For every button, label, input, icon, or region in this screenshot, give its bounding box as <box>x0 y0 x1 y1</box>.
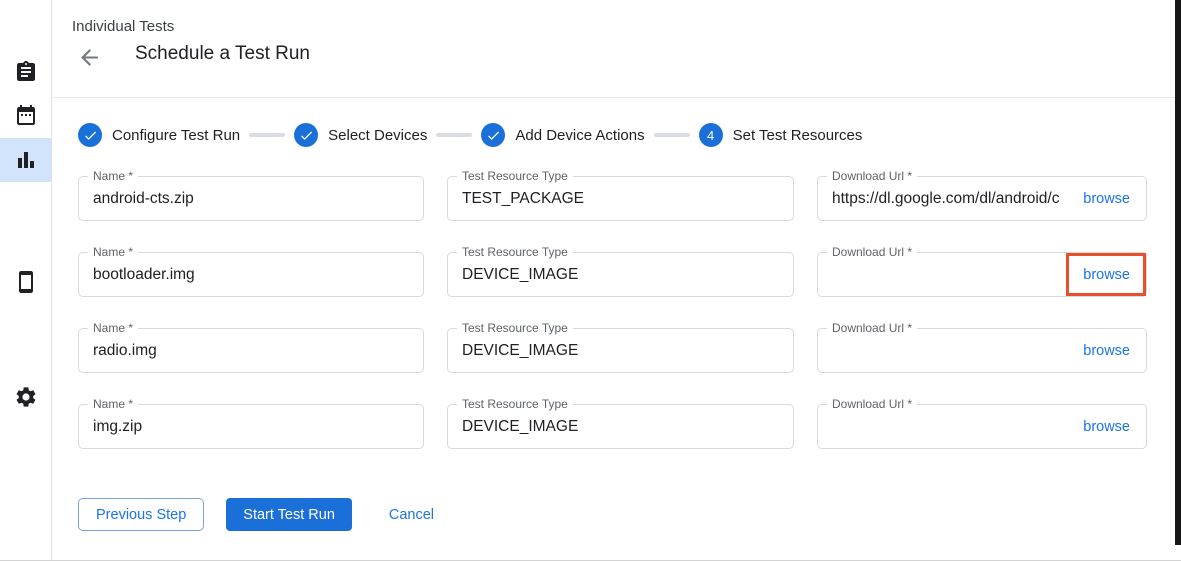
arrow-back-icon <box>77 45 103 70</box>
name-field[interactable]: Name * img.zip <box>78 404 424 449</box>
browse-link[interactable]: browse <box>1083 419 1130 435</box>
resource-type-value: DEVICE_IMAGE <box>462 329 578 372</box>
calendar-icon <box>14 103 38 127</box>
action-bar: Previous Step Start Test Run Cancel <box>78 498 434 531</box>
download-url-field[interactable]: Download Url * browse <box>817 328 1147 373</box>
smartphone-icon <box>14 270 38 294</box>
test-resources-form: Name * android-cts.zip Test Resource Typ… <box>78 176 1147 449</box>
step-label: Add Device Actions <box>515 127 644 144</box>
start-test-run-button[interactable]: Start Test Run <box>226 498 352 531</box>
breadcrumb: Individual Tests <box>72 18 174 35</box>
main-content: Individual Tests Schedule a Test Run Con… <box>53 0 1181 561</box>
step-label: Set Test Resources <box>733 127 863 144</box>
step-check-icon <box>294 123 318 147</box>
browse-link[interactable]: browse <box>1083 267 1130 283</box>
resource-type-field[interactable]: Test Resource Type TEST_PACKAGE <box>447 176 794 221</box>
step-2[interactable]: Select Devices <box>294 123 427 147</box>
download-url-value <box>832 405 1073 448</box>
resource-type-field[interactable]: Test Resource Type DEVICE_IMAGE <box>447 328 794 373</box>
resource-type-field[interactable]: Test Resource Type DEVICE_IMAGE <box>447 404 794 449</box>
step-3[interactable]: Add Device Actions <box>481 123 644 147</box>
step-connector <box>436 133 472 137</box>
name-field[interactable]: Name * radio.img <box>78 328 424 373</box>
download-url-field[interactable]: Download Url * https://dl.google.com/dl/… <box>817 176 1147 221</box>
download-url-value: https://dl.google.com/dl/android/c <box>832 177 1073 220</box>
sidebar-item-test-plans[interactable] <box>0 93 52 137</box>
gear-icon <box>14 385 38 409</box>
sidebar-item-devices[interactable] <box>0 260 52 304</box>
step-4[interactable]: 4 Set Test Resources <box>699 123 863 147</box>
name-field[interactable]: Name * bootloader.img <box>78 252 424 297</box>
step-check-icon <box>481 123 505 147</box>
clipboard-list-icon <box>14 60 38 84</box>
step-number: 4 <box>699 123 723 147</box>
step-label: Configure Test Run <box>112 127 240 144</box>
step-connector <box>654 133 690 137</box>
browse-link[interactable]: browse <box>1083 191 1130 207</box>
resource-type-value: DEVICE_IMAGE <box>462 253 578 296</box>
download-url-value <box>832 253 1073 296</box>
sidebar-item-tests[interactable] <box>0 50 52 94</box>
step-label: Select Devices <box>328 127 427 144</box>
step-connector <box>249 133 285 137</box>
sidebar-item-test-runs[interactable] <box>0 138 52 182</box>
back-button[interactable] <box>77 44 103 70</box>
resource-type-field[interactable]: Test Resource Type DEVICE_IMAGE <box>447 252 794 297</box>
name-field-value: img.zip <box>93 405 142 448</box>
resource-type-value: DEVICE_IMAGE <box>462 405 578 448</box>
header-divider <box>53 97 1181 98</box>
download-url-value <box>832 329 1073 372</box>
window-edge-bar <box>1175 0 1181 545</box>
name-field-value: android-cts.zip <box>93 177 194 220</box>
browse-link[interactable]: browse <box>1083 343 1130 359</box>
sidebar-item-settings[interactable] <box>0 375 52 419</box>
previous-step-button[interactable]: Previous Step <box>78 498 204 531</box>
page-title: Schedule a Test Run <box>135 43 310 65</box>
app-root: Individual Tests Schedule a Test Run Con… <box>0 0 1181 561</box>
name-field-value: radio.img <box>93 329 157 372</box>
step-check-icon <box>78 123 102 147</box>
sidebar <box>0 0 52 561</box>
cancel-button[interactable]: Cancel <box>389 507 434 523</box>
step-1[interactable]: Configure Test Run <box>78 123 240 147</box>
download-url-field[interactable]: Download Url * browse <box>817 252 1147 297</box>
stepper: Configure Test Run Select Devices Add Devi… <box>78 123 862 147</box>
download-url-field[interactable]: Download Url * browse <box>817 404 1147 449</box>
name-field[interactable]: Name * android-cts.zip <box>78 176 424 221</box>
resource-type-value: TEST_PACKAGE <box>462 177 584 220</box>
bar-chart-icon <box>14 148 38 172</box>
name-field-value: bootloader.img <box>93 253 195 296</box>
